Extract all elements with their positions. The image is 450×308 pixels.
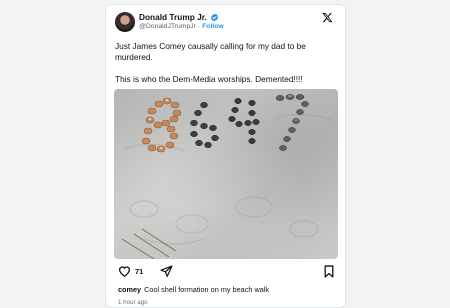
stones-digit-7	[275, 94, 309, 151]
follow-button[interactable]: Follow	[202, 23, 224, 30]
author-handle[interactable]: @DonaldJTrumpJr	[139, 23, 196, 30]
stones-digit-6	[190, 101, 219, 149]
like-count: 71	[135, 266, 144, 276]
author-handle-row: @DonaldJTrumpJr · Follow	[139, 23, 224, 30]
embedded-photo[interactable]	[114, 89, 338, 259]
embedded-caption: comey Cool shell formation on my beach wa…	[118, 285, 269, 294]
tweet-text-line-1: Just James Comey causally calling for my…	[115, 41, 306, 62]
separator-dot: ·	[197, 23, 201, 30]
bookmark-icon[interactable]	[323, 265, 335, 278]
caption-text: Cool shell formation on my beach walk	[144, 285, 270, 294]
verified-badge-icon	[210, 13, 218, 21]
shell-formation-image	[121, 94, 335, 259]
heart-icon	[118, 266, 131, 277]
author-name[interactable]: Donald Trump Jr.	[139, 12, 207, 22]
x-logo-icon[interactable]	[322, 12, 333, 23]
tweet-card: Donald Trump Jr. @DonaldJTrumpJr · Follow …	[105, 4, 346, 308]
tweet-text-line-2: This is who the Dem-Media worships. Deme…	[115, 74, 303, 84]
stones-digit-4	[228, 98, 260, 144]
shells-digit-8	[141, 97, 182, 153]
embedded-actions-bar: 71	[114, 264, 338, 280]
author-name-row: Donald Trump Jr.	[139, 12, 219, 22]
like-button[interactable]: 71	[118, 265, 143, 277]
post-timestamp: 1 hour ago	[118, 299, 148, 306]
avatar[interactable]	[115, 12, 135, 32]
share-icon[interactable]	[160, 265, 173, 278]
caption-username[interactable]: comey	[118, 285, 141, 294]
sand-texture	[123, 113, 335, 245]
